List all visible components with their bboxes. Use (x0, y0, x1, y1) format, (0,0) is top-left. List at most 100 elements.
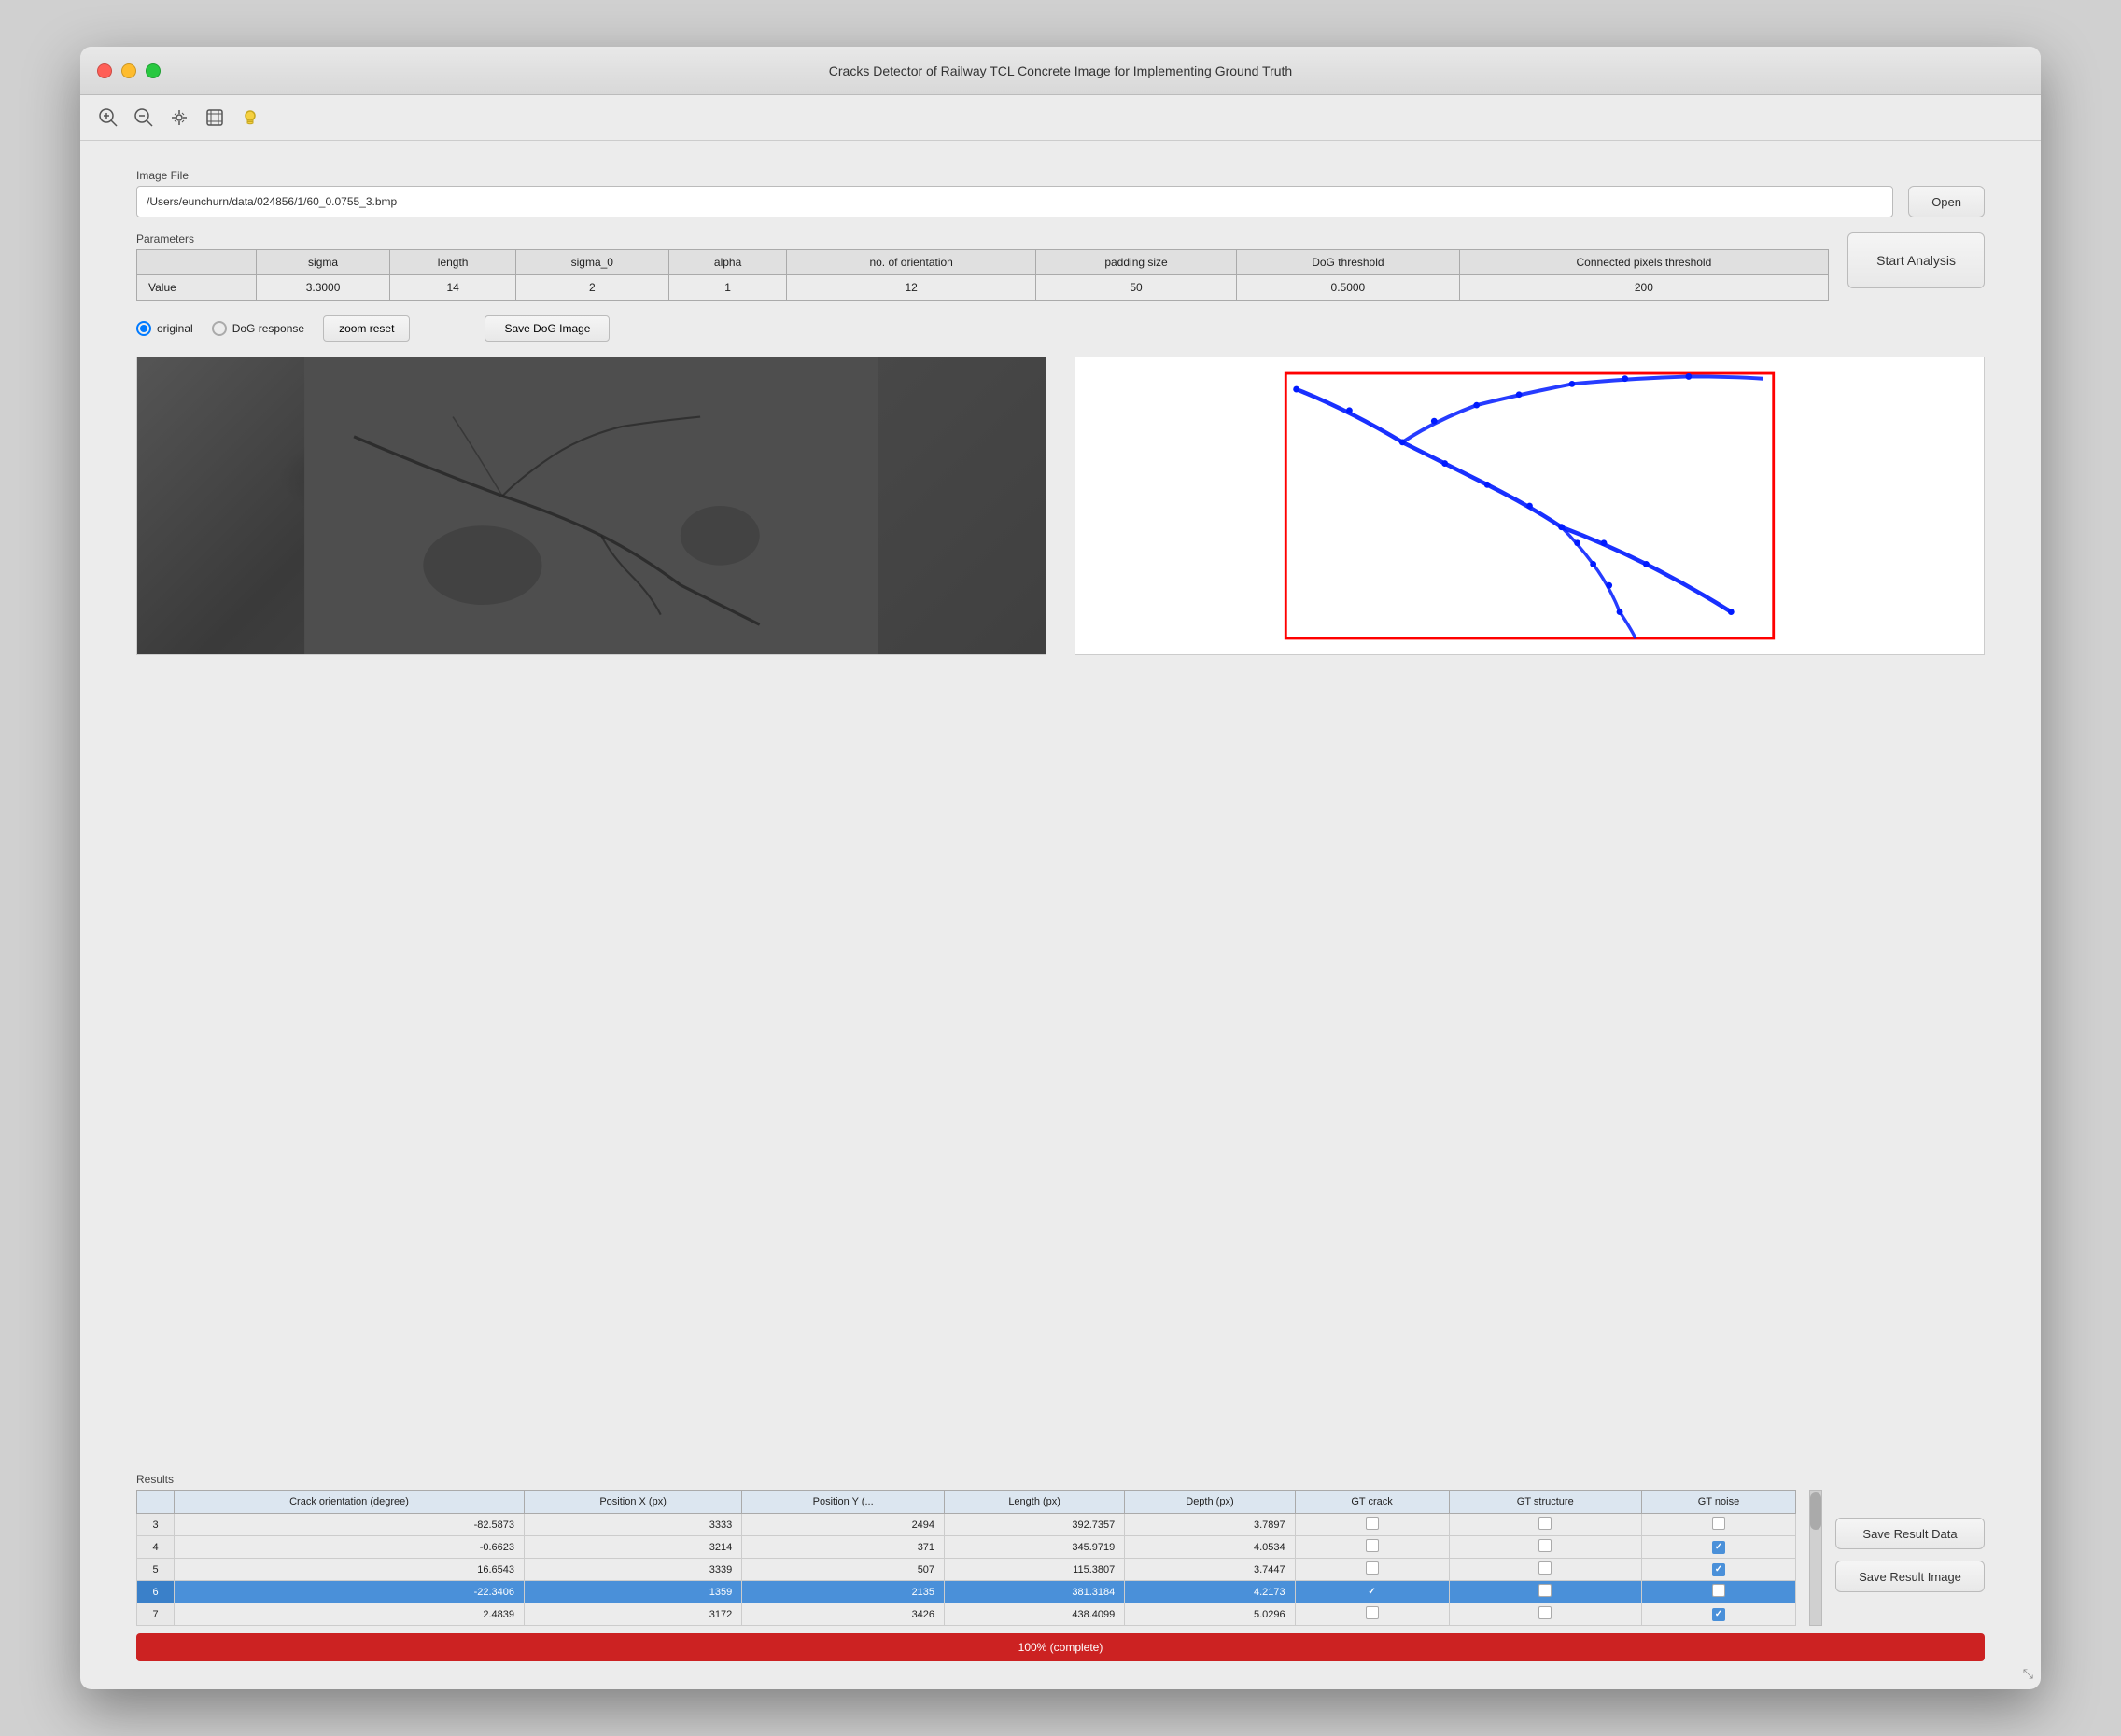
gt-structure-cell[interactable] (1449, 1536, 1642, 1559)
parameters-label: Parameters (136, 232, 1829, 245)
row-id: 4 (137, 1536, 175, 1559)
scrollbar-thumb[interactable] (1810, 1492, 1821, 1530)
param-header-alpha: alpha (668, 250, 787, 275)
depth: 5.0296 (1125, 1603, 1295, 1626)
gt-structure-checkbox[interactable] (1538, 1606, 1552, 1619)
gt-crack-checkbox[interactable] (1366, 1517, 1379, 1530)
gt-structure-checkbox[interactable] (1538, 1517, 1552, 1530)
table-row[interactable]: 3-82.587333332494392.73573.7897 (137, 1514, 1796, 1536)
gt-structure-cell[interactable] (1449, 1603, 1642, 1626)
window-controls[interactable] (97, 63, 161, 78)
resize-handle[interactable]: ⤡ (2023, 1666, 2033, 1682)
table-row[interactable]: 6-22.340613592135381.31844.2173 (137, 1581, 1796, 1603)
table-row[interactable]: 72.483931723426438.40995.0296 (137, 1603, 1796, 1626)
image-file-label: Image File (136, 169, 1985, 182)
gt-noise-checkbox[interactable] (1712, 1517, 1725, 1530)
radio-original[interactable]: original (136, 321, 193, 336)
gt-crack-checkbox[interactable] (1366, 1561, 1379, 1575)
parameters-table: sigma length sigma_0 alpha no. of orient… (136, 249, 1829, 301)
results-scrollbar[interactable] (1809, 1490, 1822, 1626)
col-gt-crack: GT crack (1295, 1491, 1449, 1514)
param-padding-value[interactable]: 50 (1035, 275, 1236, 301)
open-button[interactable]: Open (1908, 186, 1985, 217)
start-analysis-button[interactable]: Start Analysis (1847, 232, 1985, 288)
length: 438.4099 (945, 1603, 1125, 1626)
parameters-section: Parameters sigma length sigma_0 alpha no… (136, 232, 1985, 301)
gt-noise-cell[interactable] (1642, 1514, 1796, 1536)
gt-structure-cell[interactable] (1449, 1514, 1642, 1536)
radio-dog-circle[interactable] (212, 321, 227, 336)
results-label: Results (136, 1473, 1985, 1486)
gt-noise-checkbox[interactable] (1712, 1608, 1725, 1621)
radio-dog-label: DoG response (232, 322, 304, 335)
toolbar (80, 95, 2041, 141)
crack-orientation: 2.4839 (175, 1603, 525, 1626)
param-header-sigma0: sigma_0 (515, 250, 668, 275)
length: 345.9719 (945, 1536, 1125, 1559)
pan-icon[interactable] (166, 105, 192, 131)
param-connected-value[interactable]: 200 (1459, 275, 1829, 301)
title-bar: Cracks Detector of Railway TCL Concrete … (80, 47, 2041, 95)
save-result-image-button[interactable]: Save Result Image (1835, 1561, 1985, 1592)
table-row[interactable]: 516.65433339507115.38073.7447 (137, 1559, 1796, 1581)
gt-crack-cell[interactable] (1295, 1536, 1449, 1559)
param-header-orientation: no. of orientation (787, 250, 1036, 275)
param-alpha-value[interactable]: 1 (668, 275, 787, 301)
gt-noise-checkbox[interactable] (1712, 1541, 1725, 1554)
param-sigma-value[interactable]: 3.3000 (256, 275, 390, 301)
gt-crack-checkbox[interactable] (1366, 1606, 1379, 1619)
pos-y: 507 (742, 1559, 945, 1581)
results-table-wrap: Crack orientation (degree) Position X (p… (136, 1490, 1796, 1626)
file-row: /Users/eunchurn/data/024856/1/60_0.0755_… (136, 186, 1985, 217)
param-dog-value[interactable]: 0.5000 (1237, 275, 1459, 301)
crack-orientation: -0.6623 (175, 1536, 525, 1559)
pos-x: 3214 (525, 1536, 742, 1559)
gt-crack-cell[interactable] (1295, 1603, 1449, 1626)
gt-crack-cell[interactable] (1295, 1581, 1449, 1603)
radio-original-circle[interactable] (136, 321, 151, 336)
gt-noise-cell[interactable] (1642, 1581, 1796, 1603)
gt-noise-cell[interactable] (1642, 1603, 1796, 1626)
gt-structure-checkbox[interactable] (1538, 1539, 1552, 1552)
images-row (136, 357, 1985, 1450)
original-image-panel (136, 357, 1046, 655)
table-row[interactable]: 4-0.66233214371345.97194.0534 (137, 1536, 1796, 1559)
result-image-panel (1075, 357, 1985, 655)
zoom-reset-button[interactable]: zoom reset (323, 315, 410, 342)
param-header-sigma: sigma (256, 250, 390, 275)
gt-crack-cell[interactable] (1295, 1514, 1449, 1536)
gt-noise-cell[interactable] (1642, 1536, 1796, 1559)
gt-structure-cell[interactable] (1449, 1581, 1642, 1603)
zoom-in-icon[interactable] (95, 105, 121, 131)
pos-x: 3339 (525, 1559, 742, 1581)
gt-crack-checkbox[interactable] (1366, 1586, 1379, 1599)
gt-crack-checkbox[interactable] (1366, 1539, 1379, 1552)
radio-dog-response[interactable]: DoG response (212, 321, 304, 336)
minimize-button[interactable] (121, 63, 136, 78)
param-header-connected: Connected pixels threshold (1459, 250, 1829, 275)
col-gt-noise: GT noise (1642, 1491, 1796, 1514)
gt-structure-cell[interactable] (1449, 1559, 1642, 1581)
pos-y: 3426 (742, 1603, 945, 1626)
gt-noise-cell[interactable] (1642, 1559, 1796, 1581)
param-sigma0-value[interactable]: 2 (515, 275, 668, 301)
close-button[interactable] (97, 63, 112, 78)
param-orientation-value[interactable]: 12 (787, 275, 1036, 301)
image-file-section: Image File /Users/eunchurn/data/024856/1… (136, 169, 1985, 217)
cursor-icon[interactable] (202, 105, 228, 131)
pos-x: 1359 (525, 1581, 742, 1603)
gt-noise-checkbox[interactable] (1712, 1584, 1725, 1597)
save-dog-button[interactable]: Save DoG Image (485, 315, 610, 342)
progress-bar: 100% (complete) (136, 1633, 1985, 1661)
zoom-out-icon[interactable] (131, 105, 157, 131)
maximize-button[interactable] (146, 63, 161, 78)
save-result-data-button[interactable]: Save Result Data (1835, 1518, 1985, 1549)
bulb-icon[interactable] (237, 105, 263, 131)
param-length-value[interactable]: 14 (390, 275, 515, 301)
result-visualization (1075, 357, 1984, 654)
gt-crack-cell[interactable] (1295, 1559, 1449, 1581)
gt-structure-checkbox[interactable] (1538, 1561, 1552, 1575)
gt-noise-checkbox[interactable] (1712, 1563, 1725, 1576)
gt-structure-checkbox[interactable] (1538, 1584, 1552, 1597)
pos-y: 2135 (742, 1581, 945, 1603)
